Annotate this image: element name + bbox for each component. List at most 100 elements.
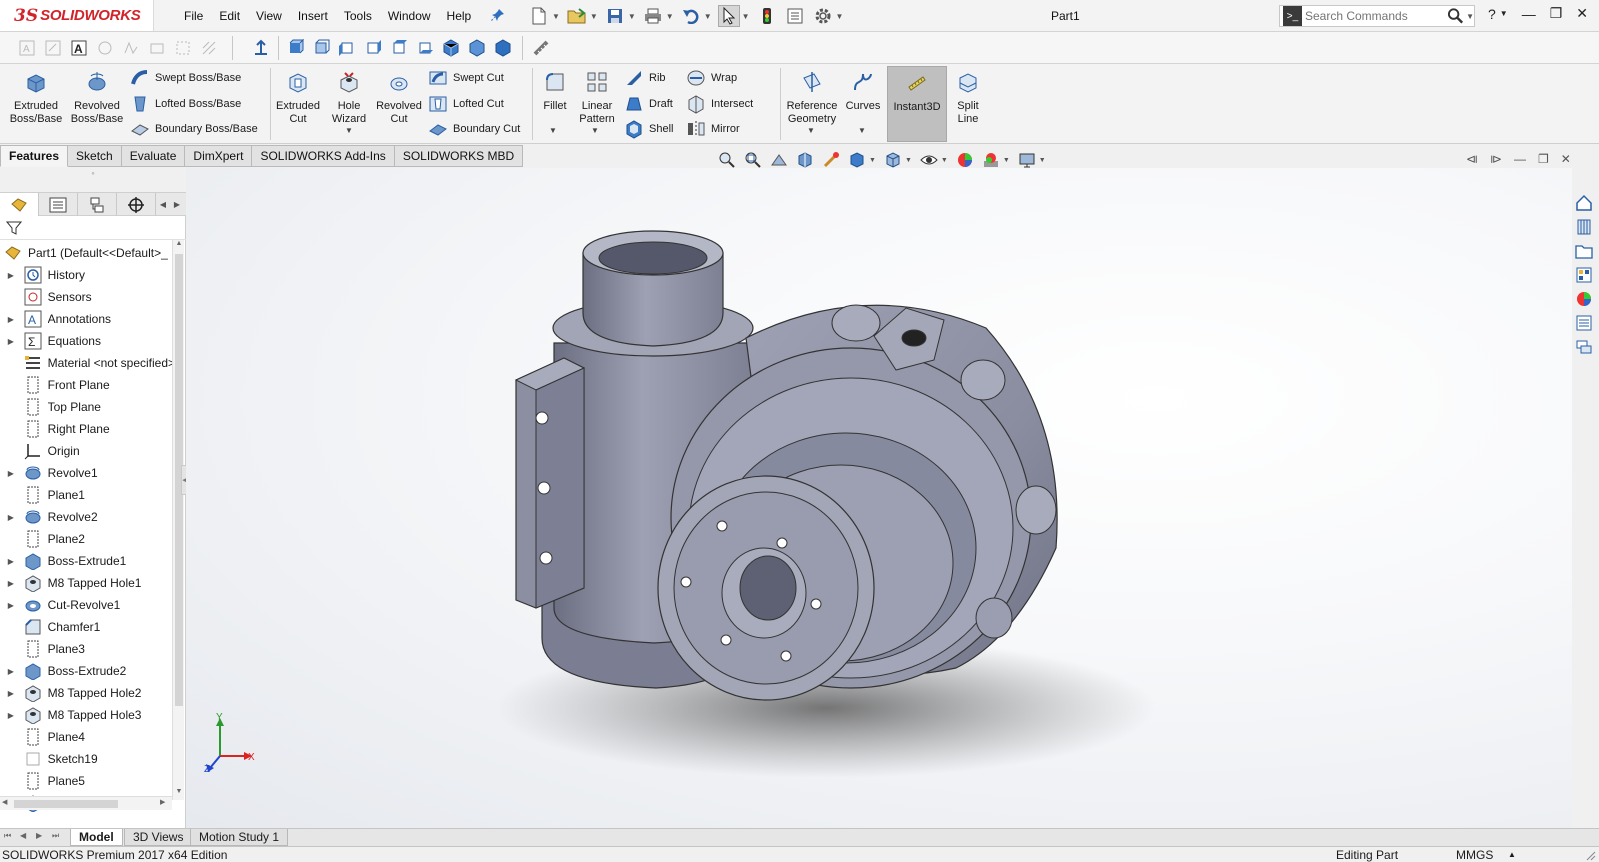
bottom-view-icon[interactable] xyxy=(414,37,436,59)
configuration-manager-tab[interactable] xyxy=(78,193,117,216)
view-settings-dropdown-icon[interactable]: ▼ xyxy=(1039,157,1046,164)
menu-view[interactable]: View xyxy=(248,9,290,23)
tree-item[interactable]: ▶ Revolve1 xyxy=(0,462,172,484)
tabs-scroll-right-icon[interactable]: ▶ xyxy=(170,193,184,215)
tree-item[interactable]: Plane2 xyxy=(0,528,172,550)
new-document-icon[interactable] xyxy=(528,5,550,27)
swept-boss-base-button[interactable]: Swept Boss/Base xyxy=(130,68,241,88)
reference-axis-icon[interactable] xyxy=(250,37,272,59)
first-tab-icon[interactable]: ⏮ xyxy=(4,831,11,841)
hole-wizard-dropdown-icon[interactable]: ▼ xyxy=(345,126,353,135)
expand-arrow-icon[interactable]: ▶ xyxy=(4,579,18,588)
undo-icon[interactable] xyxy=(680,5,702,27)
fillet-button[interactable]: Fillet xyxy=(538,70,572,113)
tab-mbd[interactable]: SOLIDWORKS MBD xyxy=(394,145,524,167)
pin-icon[interactable] xyxy=(490,7,506,23)
tree-item[interactable]: Plane1 xyxy=(0,484,172,506)
split-line-button[interactable]: Split Line xyxy=(950,70,986,126)
tab-dimxpert[interactable]: DimXpert xyxy=(185,145,253,167)
dynamic-annotation-icon[interactable] xyxy=(820,151,842,169)
tabs-scroll-left-icon[interactable]: ◀ xyxy=(156,193,170,215)
design-library-icon[interactable] xyxy=(1572,216,1596,238)
custom-properties-icon[interactable] xyxy=(1572,312,1596,334)
curves-button[interactable]: Curves xyxy=(844,70,882,113)
tree-item[interactable]: ▶ Boss-Extrude1 xyxy=(0,550,172,572)
tree-item[interactable]: ▶ Revolve2 xyxy=(0,506,172,528)
tree-item[interactable]: Plane4 xyxy=(0,726,172,748)
scroll-left-icon[interactable]: ◀ xyxy=(2,798,7,806)
expand-arrow-icon[interactable]: ▶ xyxy=(4,711,18,720)
close-icon[interactable]: ✕ xyxy=(1576,5,1588,22)
search-dropdown-icon[interactable]: ▼ xyxy=(1466,12,1474,21)
search-icon[interactable] xyxy=(1447,7,1464,25)
extruded-cut-button[interactable]: Extruded Cut xyxy=(272,70,324,126)
viewport-close-icon[interactable]: ✕ xyxy=(1561,152,1571,166)
hide-show-dropdown-icon[interactable]: ▼ xyxy=(941,157,948,164)
previous-view-icon[interactable] xyxy=(768,151,790,169)
extruded-boss-base-button[interactable]: Extruded Boss/Base xyxy=(8,70,64,126)
boundary-boss-base-button[interactable]: Boundary Boss/Base xyxy=(130,119,258,139)
search-commands-input[interactable] xyxy=(1304,9,1445,23)
back-view-icon[interactable] xyxy=(310,37,332,59)
view-orientation-dropdown-icon[interactable]: ▼ xyxy=(869,157,876,164)
last-tab-icon[interactable]: ⏭ xyxy=(52,831,59,841)
panel-splitter-handle[interactable]: ◦ xyxy=(0,168,186,192)
unit-system-arrow-icon[interactable]: ▲ xyxy=(1508,850,1516,859)
rib-button[interactable]: Rib xyxy=(624,68,666,88)
next-tab-icon[interactable]: ▶ xyxy=(36,831,42,840)
view-orientation-icon[interactable] xyxy=(846,151,868,169)
filter-funnel-icon[interactable] xyxy=(6,220,22,236)
tab-sketch[interactable]: Sketch xyxy=(68,145,122,167)
tree-item[interactable]: ▶ Boss-Extrude2 xyxy=(0,660,172,682)
edit-appearance-icon[interactable] xyxy=(954,151,976,169)
save-icon[interactable] xyxy=(604,5,626,27)
tree-item[interactable]: Front Plane xyxy=(0,374,172,396)
save-dropdown-icon[interactable]: ▼ xyxy=(628,12,636,21)
tree-item[interactable]: ▶ Cut-Revolve1 xyxy=(0,594,172,616)
tree-item[interactable]: Plane5 xyxy=(0,770,172,792)
view-settings-icon[interactable] xyxy=(1016,151,1038,169)
expand-arrow-icon[interactable]: ▶ xyxy=(4,689,18,698)
datum-icon[interactable] xyxy=(172,37,194,59)
revolved-boss-base-button[interactable]: Revolved Boss/Base xyxy=(68,70,126,126)
tree-item[interactable]: Plane3 xyxy=(0,638,172,660)
right-view-icon[interactable] xyxy=(362,37,384,59)
scroll-up-icon[interactable]: ▲ xyxy=(173,240,185,252)
lofted-cut-button[interactable]: Lofted Cut xyxy=(428,94,504,114)
menu-insert[interactable]: Insert xyxy=(290,9,336,23)
previous-tab-icon[interactable]: ◀ xyxy=(20,831,26,840)
tab-motion-study[interactable]: Motion Study 1 xyxy=(190,829,289,846)
hide-show-items-icon[interactable] xyxy=(918,151,940,169)
apply-scene-dropdown-icon[interactable]: ▼ xyxy=(1003,157,1010,164)
tree-root-part[interactable]: Part1 (Default<<Default>_ xyxy=(4,242,174,264)
unit-system-selector[interactable]: MMGS xyxy=(1456,848,1493,862)
solidworks-resources-icon[interactable] xyxy=(1572,192,1596,214)
front-view-icon[interactable] xyxy=(284,37,306,59)
dimxpert-manager-tab[interactable] xyxy=(117,193,156,216)
viewport-restore-icon[interactable]: ❐ xyxy=(1538,152,1549,166)
solidworks-logo[interactable]: 3S SOLIDWORKS xyxy=(0,0,154,31)
balloon-icon[interactable] xyxy=(94,37,116,59)
tab-features[interactable]: Features xyxy=(0,145,69,167)
feature-tree-tab[interactable] xyxy=(0,193,39,216)
top-view-icon[interactable] xyxy=(388,37,410,59)
appearances-icon[interactable] xyxy=(1572,288,1596,310)
menu-tools[interactable]: Tools xyxy=(336,9,380,23)
rebuild-traffic-light-icon[interactable] xyxy=(756,5,778,27)
hole-wizard-button[interactable]: Hole Wizard xyxy=(326,70,372,126)
wrap-button[interactable]: Wrap xyxy=(686,68,737,88)
help-dropdown-icon[interactable]: ▼ xyxy=(1500,9,1508,18)
tree-item[interactable]: Top Plane xyxy=(0,396,172,418)
boundary-cut-button[interactable]: Boundary Cut xyxy=(428,119,520,139)
tree-item[interactable]: Sketch19 xyxy=(0,748,172,770)
select-pointer-icon[interactable] xyxy=(717,5,740,27)
linear-pattern-dropdown-icon[interactable]: ▼ xyxy=(591,126,599,135)
section-view-icon[interactable] xyxy=(794,151,816,169)
tab-addins[interactable]: SOLIDWORKS Add-Ins xyxy=(252,145,395,167)
expand-arrow-icon[interactable]: ▶ xyxy=(4,601,18,610)
menu-help[interactable]: Help xyxy=(439,9,480,23)
instant3d-button[interactable]: Instant3D xyxy=(887,66,947,142)
open-folder-icon[interactable] xyxy=(566,5,588,27)
print-dropdown-icon[interactable]: ▼ xyxy=(666,12,674,21)
revolved-cut-button[interactable]: Revolved Cut xyxy=(374,70,424,126)
